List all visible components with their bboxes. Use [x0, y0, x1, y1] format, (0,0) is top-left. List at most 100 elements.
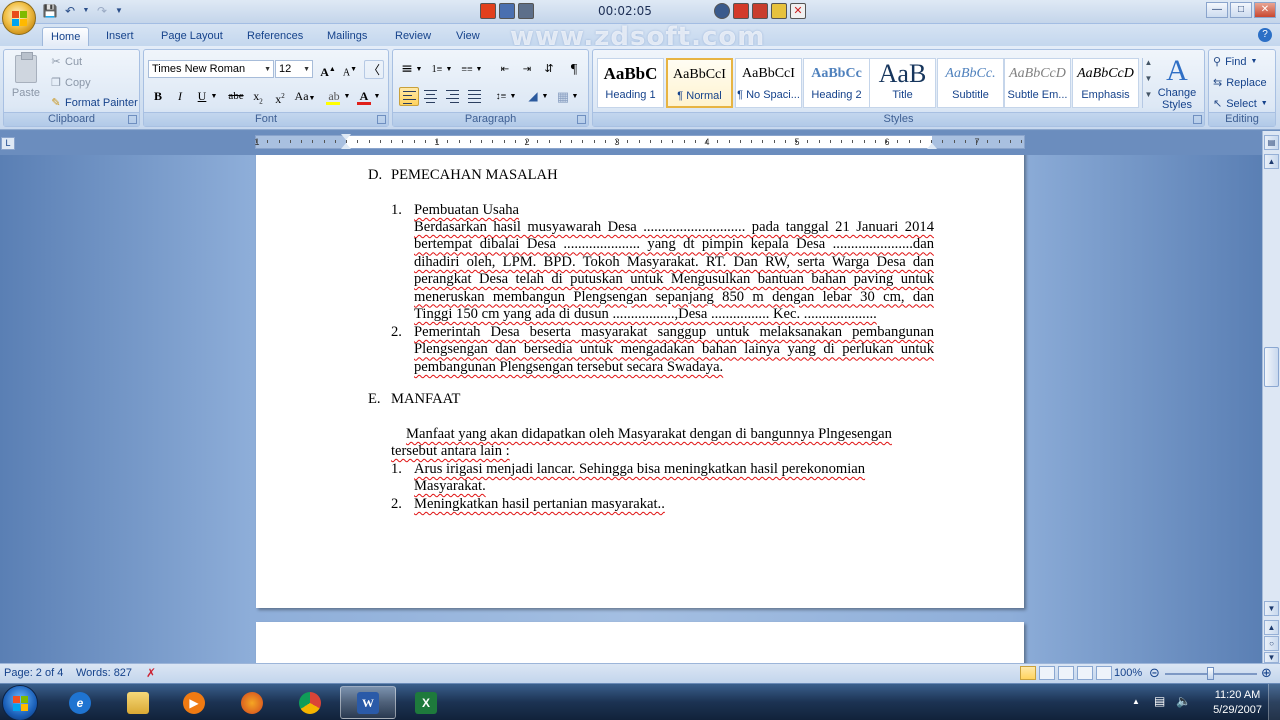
next-page-icon[interactable]: ▼ [1264, 652, 1279, 663]
full-screen-reading-icon[interactable] [1039, 666, 1055, 680]
line-spacing-dropdown-icon[interactable]: ▼ [509, 87, 517, 106]
taskbar-firefox[interactable] [224, 686, 280, 719]
view-ruler-icon[interactable]: ▤ [1264, 135, 1279, 150]
word-count[interactable]: Words: 827 [76, 667, 132, 679]
page[interactable]: D. PEMECAHAN MASALAH 1. Pembuatan Usaha … [256, 155, 1024, 608]
web-layout-icon[interactable] [1058, 666, 1074, 680]
align-right-icon[interactable] [443, 87, 463, 106]
pause-record-icon[interactable] [499, 3, 515, 19]
save-icon[interactable]: 💾 [42, 3, 58, 19]
find-button[interactable]: ⚲ Find ▼ [1213, 55, 1257, 69]
font-size-select[interactable]: 12 ▼ [275, 60, 313, 78]
taskbar-excel[interactable]: X [398, 686, 454, 719]
close-recorder-icon[interactable]: ✕ [790, 3, 806, 19]
shrink-font-icon[interactable]: A▼ [340, 60, 360, 79]
undo-icon[interactable]: ↶ [62, 3, 78, 19]
first-line-indent-marker[interactable] [341, 134, 351, 140]
shading-dropdown-icon[interactable]: ▼ [541, 87, 549, 106]
taskbar-media-player[interactable]: ▶ [166, 686, 222, 719]
show-formatting-icon[interactable]: ¶ [564, 60, 584, 79]
clock[interactable]: 11:20 AM 5/29/2007 [1213, 688, 1262, 718]
horizontal-ruler[interactable]: 1 1 2 3 4 5 6 7 [254, 135, 1025, 149]
camera-icon[interactable] [518, 3, 534, 19]
loop-icon[interactable] [752, 3, 768, 19]
copy-button[interactable]: ❐ Copy [50, 77, 91, 89]
scroll-down-icon[interactable]: ▼ [1264, 601, 1279, 616]
style-heading-2[interactable]: AaBbCc Heading 2 [803, 58, 870, 108]
customize-qat-icon[interactable]: ▼ [114, 3, 124, 19]
draft-icon[interactable] [1096, 666, 1112, 680]
multilevel-dropdown-icon[interactable]: ▼ [475, 60, 483, 79]
rectangle-icon[interactable] [733, 3, 749, 19]
replace-button[interactable]: ⇆ Replace [1213, 76, 1267, 90]
pointer-icon[interactable] [714, 3, 730, 19]
font-launcher-icon[interactable] [377, 115, 386, 124]
page-count[interactable]: Page: 2 of 4 [4, 667, 63, 679]
zoom-level[interactable]: 100% [1114, 667, 1142, 679]
justify-icon[interactable] [465, 87, 485, 106]
undo-dropdown-icon[interactable]: ▼ [82, 3, 90, 19]
paragraph-launcher-icon[interactable] [577, 115, 586, 124]
scroll-up-icon[interactable]: ▲ [1264, 154, 1279, 169]
minimize-icon[interactable]: — [1206, 2, 1228, 18]
align-center-icon[interactable] [421, 87, 441, 106]
tab-view[interactable]: View [448, 27, 488, 46]
print-layout-icon[interactable] [1020, 666, 1036, 680]
shading-icon[interactable]: ◢ [523, 87, 543, 106]
style-no-spacing[interactable]: AaBbCcI ¶ No Spaci... [735, 58, 802, 108]
outline-icon[interactable] [1077, 666, 1093, 680]
highlight-dropdown-icon[interactable]: ▼ [343, 87, 351, 106]
bold-icon[interactable]: B [148, 87, 168, 106]
maximize-icon[interactable]: □ [1230, 2, 1252, 18]
style-heading-1[interactable]: AaBbC Heading 1 [597, 58, 664, 108]
numbering-icon[interactable]: 1≡ [427, 60, 447, 79]
taskbar-file-explorer[interactable] [110, 686, 166, 719]
clear-formatting-icon[interactable]: 〈 [364, 60, 384, 79]
tab-selector[interactable]: L [1, 137, 15, 150]
tab-references[interactable]: References [239, 27, 311, 46]
underline-icon[interactable]: U [192, 87, 212, 106]
page[interactable] [256, 622, 1024, 663]
paste-button[interactable]: Paste [10, 52, 42, 99]
superscript-icon[interactable]: x2 [270, 87, 290, 106]
style-title[interactable]: AaB Title [869, 58, 936, 108]
redo-icon[interactable]: ↷ [94, 3, 110, 19]
bullets-icon[interactable]: ≡ [397, 60, 417, 79]
font-name-select[interactable]: Times New Roman ▼ [148, 60, 274, 78]
taskbar-internet-explorer[interactable]: e [52, 686, 108, 719]
grow-font-icon[interactable]: A▲ [318, 60, 338, 79]
tab-insert[interactable]: Insert [98, 27, 142, 46]
borders-dropdown-icon[interactable]: ▼ [571, 87, 579, 106]
right-indent-marker[interactable] [927, 143, 937, 149]
style-emphasis[interactable]: AaBbCcD Emphasis [1072, 58, 1139, 108]
line-spacing-icon[interactable]: ↕≡ [491, 87, 511, 106]
change-styles-button[interactable]: A Change Styles [1157, 55, 1197, 112]
subscript-icon[interactable]: x2 [248, 87, 268, 106]
format-painter-button[interactable]: ✎ Format Painter [50, 97, 137, 109]
office-button[interactable] [2, 1, 36, 35]
bullets-dropdown-icon[interactable]: ▼ [415, 60, 423, 79]
start-button[interactable] [2, 685, 38, 720]
network-icon[interactable]: ▤ [1154, 694, 1165, 708]
taskbar-word[interactable]: W [340, 686, 396, 719]
font-color-dropdown-icon[interactable]: ▼ [373, 87, 381, 106]
font-color-icon[interactable]: A [354, 87, 374, 106]
highlight-icon[interactable]: ab [324, 87, 344, 106]
zoom-slider-knob[interactable] [1207, 667, 1214, 680]
gallery-down-icon[interactable]: ▼ [1143, 74, 1154, 90]
gallery-up-icon[interactable]: ▲ [1143, 58, 1154, 74]
taskbar-chrome[interactable] [282, 686, 338, 719]
italic-icon[interactable]: I [170, 87, 190, 106]
zoom-in-icon[interactable]: ⊕ [1261, 665, 1272, 681]
decrease-indent-icon[interactable]: ⇤ [495, 60, 515, 79]
select-browse-object-icon[interactable]: ○ [1264, 636, 1279, 651]
gallery-more-icon[interactable]: ▼ [1143, 90, 1154, 106]
zoom-out-icon[interactable]: ⊝ [1149, 665, 1160, 681]
align-left-icon[interactable] [399, 87, 419, 106]
select-button[interactable]: ↖ Select ▼ [1213, 97, 1268, 111]
strikethrough-icon[interactable]: abe [226, 87, 246, 106]
stop-record-icon[interactable] [480, 3, 496, 19]
tab-home[interactable]: Home [42, 27, 90, 46]
numbering-dropdown-icon[interactable]: ▼ [445, 60, 453, 79]
style-normal[interactable]: AaBbCcI ¶ Normal [666, 58, 733, 108]
